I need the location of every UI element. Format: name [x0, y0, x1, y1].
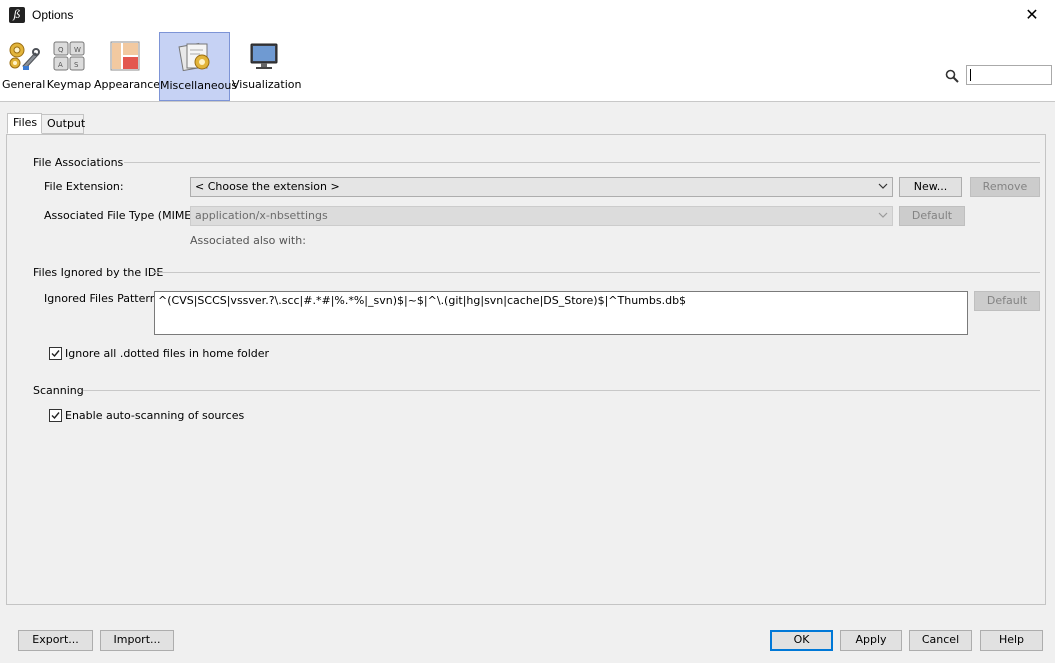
auto-scan-checkbox[interactable]	[49, 409, 62, 422]
gears-wrench-icon	[9, 42, 40, 70]
mime-default-button[interactable]: Default	[899, 206, 965, 226]
category-appearance[interactable]: Appearance	[94, 32, 161, 101]
mime-type-value: application/x-nbsettings	[195, 209, 328, 222]
new-extension-button[interactable]: New...	[899, 177, 962, 197]
monitor-icon	[250, 43, 278, 69]
search-input[interactable]	[966, 65, 1052, 85]
section-divider	[152, 272, 1040, 273]
import-button[interactable]: Import...	[100, 630, 174, 651]
category-label: Appearance	[94, 78, 161, 91]
files-panel: File Associations File Extension: < Choo…	[6, 134, 1046, 605]
mime-type-label: Associated File Type (MIME):	[44, 209, 200, 222]
tab-files[interactable]: Files	[7, 113, 42, 134]
chevron-down-icon	[878, 212, 888, 218]
close-button[interactable]: ✕	[1009, 0, 1055, 32]
associated-also-with-label: Associated also with:	[190, 234, 306, 247]
title-bar: ß Options ✕	[0, 0, 1055, 32]
section-title-scanning: Scanning	[33, 384, 84, 397]
search-icon	[945, 69, 959, 83]
export-button[interactable]: Export...	[18, 630, 93, 651]
apply-button[interactable]: Apply	[840, 630, 902, 651]
category-label: Miscellaneous	[160, 79, 238, 92]
category-label: General	[2, 78, 46, 91]
svg-text:A: A	[58, 61, 63, 69]
app-icon: ß	[9, 7, 25, 23]
svg-text:W: W	[74, 46, 81, 54]
category-label: Visualization	[232, 78, 302, 91]
file-extension-combo[interactable]: < Choose the extension >	[190, 177, 893, 197]
auto-scan-label[interactable]: Enable auto-scanning of sources	[65, 409, 244, 422]
category-toolbar: General Q W A S Keymap Appearance Miscel…	[0, 32, 1055, 102]
checkmark-icon	[51, 350, 60, 358]
section-divider	[83, 390, 1040, 391]
category-general[interactable]: General	[2, 32, 46, 101]
checkmark-icon	[51, 412, 60, 420]
ignore-dotted-label[interactable]: Ignore all .dotted files in home folder	[65, 347, 269, 360]
section-title-files-ignored: Files Ignored by the IDE	[33, 266, 164, 279]
category-visualization[interactable]: Visualization	[232, 32, 302, 101]
svg-text:S: S	[74, 61, 79, 69]
section-divider	[124, 162, 1040, 163]
mime-type-combo[interactable]: application/x-nbsettings	[190, 206, 893, 226]
file-extension-label: File Extension:	[44, 180, 124, 193]
file-extension-value: < Choose the extension >	[195, 180, 340, 193]
layout-panels-icon	[110, 41, 140, 71]
category-keymap[interactable]: Q W A S Keymap	[46, 32, 92, 101]
ignored-pattern-textarea[interactable]: ^(CVS|SCCS|vssver.?\.scc|#.*#|%.*%|_svn)…	[154, 291, 968, 335]
remove-extension-button[interactable]: Remove	[970, 177, 1040, 197]
help-button[interactable]: Help	[980, 630, 1043, 651]
chevron-down-icon	[878, 183, 888, 189]
section-title-file-associations: File Associations	[33, 156, 124, 169]
ignore-dotted-checkbox[interactable]	[49, 347, 62, 360]
ignored-pattern-label: Ignored Files Pattern:	[44, 292, 161, 305]
svg-text:Q: Q	[58, 46, 64, 54]
ok-button[interactable]: OK	[770, 630, 833, 651]
ignored-default-button[interactable]: Default	[974, 291, 1040, 311]
misc-cards-icon	[177, 42, 209, 72]
keyboard-keys-icon: Q W A S	[53, 41, 85, 71]
cancel-button[interactable]: Cancel	[909, 630, 972, 651]
category-label: Keymap	[46, 78, 92, 91]
category-miscellaneous[interactable]: Miscellaneous	[159, 32, 238, 101]
footer-bar: Export... Import... OK Apply Cancel Help	[0, 605, 1055, 663]
window-title: Options	[32, 8, 74, 22]
tab-output[interactable]: Output	[41, 114, 85, 134]
